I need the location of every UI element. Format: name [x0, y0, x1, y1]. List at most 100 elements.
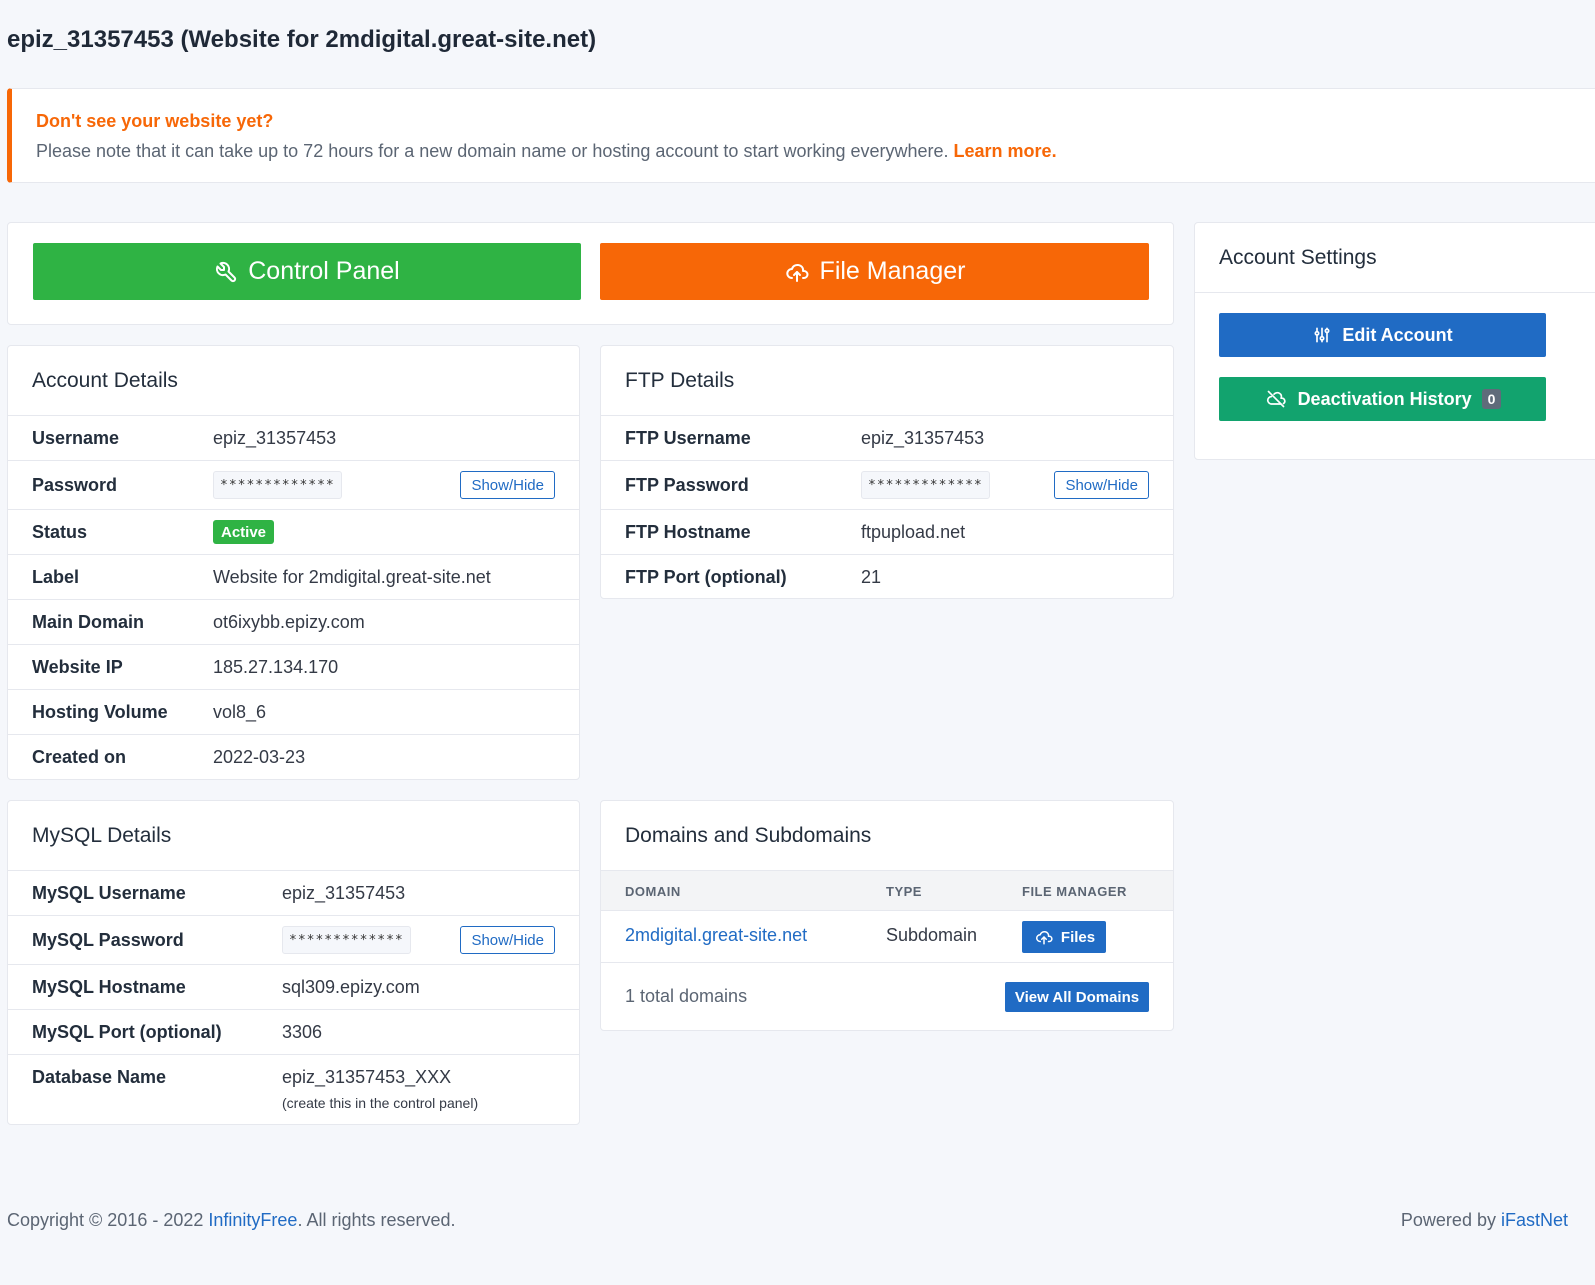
mysql-hostname-value: sql309.epizy.com — [282, 976, 420, 997]
ftp-details-card: FTP Details FTP Username epiz_31357453 F… — [600, 345, 1174, 599]
ftp-hostname-value: ftpupload.net — [861, 521, 966, 542]
account-settings-title: Account Settings — [1195, 223, 1595, 293]
ftp-hostname-row: FTP Hostname ftpupload.net — [601, 510, 1173, 555]
deactivation-history-label: Deactivation History — [1297, 388, 1472, 409]
website-ip-row: Website IP 185.27.134.170 — [8, 645, 579, 690]
file-manager-label: File Manager — [819, 257, 966, 285]
created-label: Created on — [32, 746, 127, 767]
ftp-username-row: FTP Username epiz_31357453 — [601, 416, 1173, 461]
status-badge: Active — [213, 520, 275, 544]
ftp-password-field[interactable]: ************* — [861, 471, 990, 499]
cloud-upload-icon — [784, 260, 810, 284]
main-domain-value: ot6ixybb.epizy.com — [213, 611, 365, 632]
domains-footer: 1 total domains View All Domains — [601, 963, 1173, 1031]
ftp-username-value: epiz_31357453 — [861, 427, 985, 448]
mysql-username-row: MySQL Username epiz_31357453 — [8, 871, 579, 916]
cloud-off-icon — [1264, 389, 1288, 409]
password-row: Password ************* Show/Hide — [8, 461, 579, 510]
ftp-details-title: FTP Details — [601, 346, 1173, 416]
username-label: Username — [32, 427, 120, 448]
view-all-domains-button[interactable]: View All Domains — [1005, 982, 1149, 1012]
ftp-password-row: FTP Password ************* Show/Hide — [601, 461, 1173, 510]
created-row: Created on 2022-03-23 — [8, 735, 579, 779]
hosting-volume-value: vol8_6 — [213, 701, 267, 722]
copyright-prefix: Copyright © 2016 - 2022 — [7, 1210, 209, 1230]
hosting-volume-label: Hosting Volume — [32, 701, 168, 722]
label-label: Label — [32, 566, 80, 587]
account-details-card: Account Details Username epiz_31357453 P… — [7, 345, 580, 780]
website-ip-value: 185.27.134.170 — [213, 656, 339, 677]
wrench-icon — [214, 260, 238, 284]
database-name-label: Database Name — [32, 1067, 167, 1087]
learn-more-link[interactable]: Learn more. — [954, 141, 1057, 161]
actions-card: Control Panel File Manager — [7, 222, 1174, 325]
status-label: Status — [32, 521, 88, 542]
status-row: Status Active — [8, 510, 579, 555]
account-settings-card: Account Settings Edit Account Deactivati… — [1194, 222, 1595, 460]
mysql-details-title: MySQL Details — [8, 801, 579, 871]
copyright-suffix: . All rights reserved. — [297, 1210, 456, 1230]
mysql-username-value: epiz_31357453 — [282, 882, 406, 903]
domains-card: Domains and Subdomains DOMAIN TYPE FILE … — [600, 800, 1174, 1031]
created-value: 2022-03-23 — [213, 746, 306, 767]
main-domain-label: Main Domain — [32, 611, 145, 632]
username-value: epiz_31357453 — [213, 427, 337, 448]
sliders-icon — [1312, 325, 1332, 345]
mysql-hostname-label: MySQL Hostname — [32, 976, 186, 997]
edit-account-label: Edit Account — [1342, 324, 1453, 345]
main-domain-row: Main Domain ot6ixybb.epizy.com — [8, 600, 579, 645]
infinityfree-link[interactable]: InfinityFree — [208, 1210, 297, 1230]
edit-account-button[interactable]: Edit Account — [1219, 313, 1546, 357]
domain-type: Subdomain — [886, 925, 978, 945]
label-value: Website for 2mdigital.great-site.net — [213, 566, 491, 587]
table-row: 2mdigital.great-site.net Subdomain Files — [601, 911, 1173, 963]
column-domain: DOMAIN — [625, 884, 681, 899]
ftp-port-value: 21 — [861, 566, 882, 587]
deactivation-history-button[interactable]: Deactivation History 0 — [1219, 377, 1546, 421]
column-type: TYPE — [886, 884, 922, 899]
ftp-username-label: FTP Username — [625, 427, 751, 448]
website-ip-label: Website IP — [32, 656, 123, 677]
ftp-port-row: FTP Port (optional) 21 — [601, 555, 1173, 599]
mysql-port-label: MySQL Port (optional) — [32, 1021, 222, 1042]
files-button[interactable]: Files — [1022, 921, 1106, 953]
alert-text: Please note that it can take up to 72 ho… — [36, 141, 1057, 162]
domains-table-header: DOMAIN TYPE FILE MANAGER — [601, 871, 1173, 911]
username-row: Username epiz_31357453 — [8, 416, 579, 461]
password-label: Password — [32, 474, 118, 495]
column-file-manager: FILE MANAGER — [1022, 884, 1127, 899]
ftp-password-label: FTP Password — [625, 474, 749, 495]
page-title: epiz_31357453 (Website for 2mdigital.gre… — [7, 26, 597, 53]
deactivation-count-badge: 0 — [1481, 389, 1502, 409]
alert-message: Please note that it can take up to 72 ho… — [36, 141, 949, 161]
account-details-title: Account Details — [8, 346, 579, 416]
control-panel-button[interactable]: Control Panel — [33, 243, 581, 300]
mysql-username-label: MySQL Username — [32, 882, 186, 903]
domains-title: Domains and Subdomains — [601, 801, 1173, 871]
database-name-row: Database Name epiz_31357453_XXX (create … — [8, 1055, 579, 1124]
cloud-upload-icon — [1033, 928, 1055, 946]
ftp-password-show-hide-button[interactable]: Show/Hide — [1054, 471, 1149, 499]
password-field[interactable]: ************* — [213, 471, 342, 499]
copyright: Copyright © 2016 - 2022 InfinityFree. Al… — [7, 1210, 456, 1231]
database-name-value: epiz_31357453_XXX — [282, 1067, 452, 1087]
file-manager-button[interactable]: File Manager — [600, 243, 1149, 300]
database-name-note: (create this in the control panel) — [282, 1095, 479, 1111]
powered-prefix: Powered by — [1400, 1210, 1501, 1230]
label-row: Label Website for 2mdigital.great-site.n… — [8, 555, 579, 600]
ftp-hostname-label: FTP Hostname — [625, 521, 751, 542]
control-panel-label: Control Panel — [248, 257, 400, 285]
mysql-port-value: 3306 — [282, 1021, 323, 1042]
alert-title: Don't see your website yet? — [36, 111, 274, 131]
mysql-hostname-row: MySQL Hostname sql309.epizy.com — [8, 965, 579, 1010]
password-show-hide-button[interactable]: Show/Hide — [460, 471, 555, 499]
ifastnet-link[interactable]: iFastNet — [1501, 1210, 1568, 1230]
domain-link[interactable]: 2mdigital.great-site.net — [625, 925, 807, 946]
hosting-volume-row: Hosting Volume vol8_6 — [8, 690, 579, 735]
notice-alert: Don't see your website yet? Please note … — [7, 88, 1595, 183]
mysql-password-field[interactable]: ************* — [282, 926, 411, 954]
mysql-password-label: MySQL Password — [32, 929, 184, 950]
mysql-password-show-hide-button[interactable]: Show/Hide — [460, 926, 555, 954]
files-label: Files — [1060, 928, 1096, 946]
total-domains: 1 total domains — [625, 986, 748, 1006]
